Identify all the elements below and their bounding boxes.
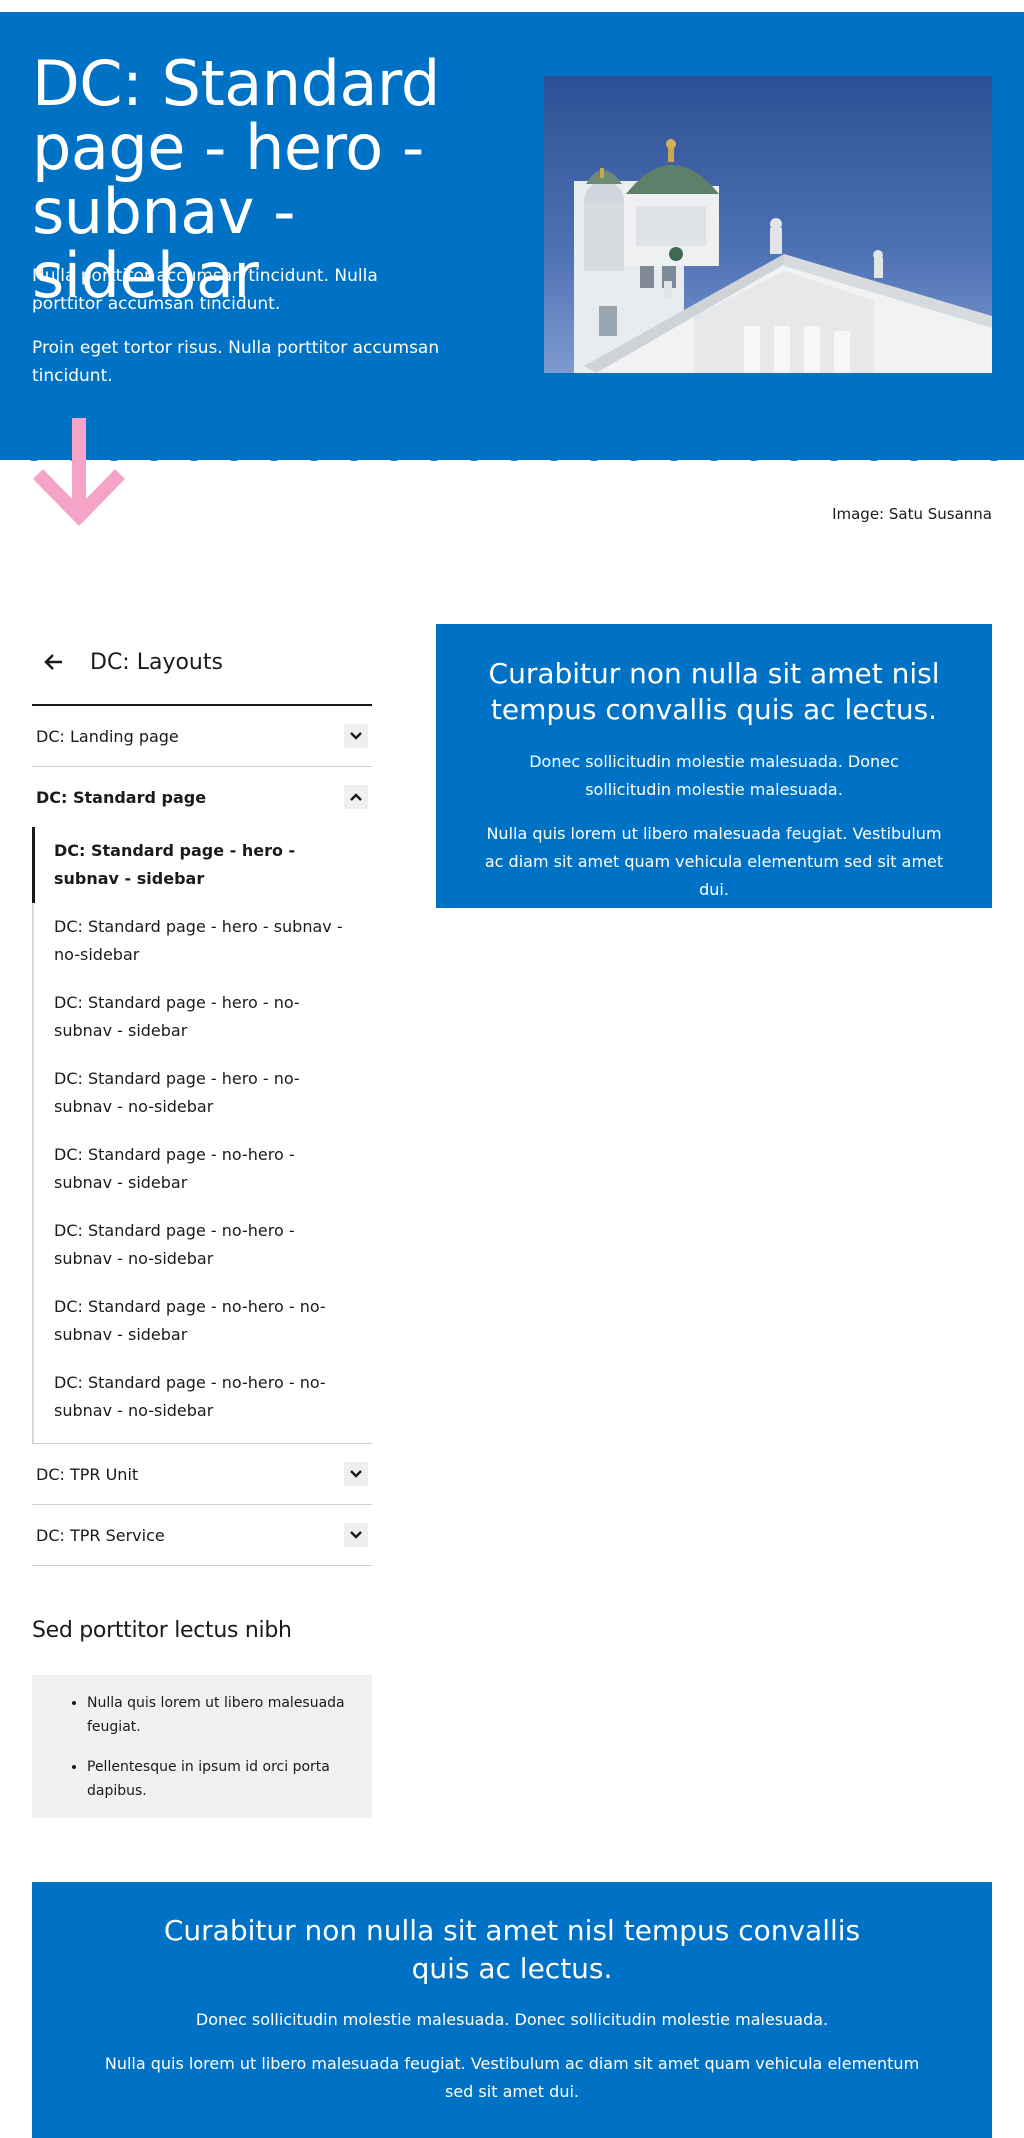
callout-paragraph: Donec sollicitudin molestie malesuada. D… — [529, 752, 899, 799]
expand-toggle[interactable] — [344, 1462, 368, 1486]
expand-toggle[interactable] — [344, 1523, 368, 1547]
nav-item-label: DC: Landing page — [36, 726, 179, 746]
nav-item-label: DC: Standard page — [36, 787, 207, 807]
hero-section: DC: Standard page - hero - subnav - side… — [0, 12, 1024, 460]
hero-lead-paragraph: Nulla porttitor accumsan tincidunt. Null… — [32, 266, 378, 314]
callout-paragraph: Nulla quis lorem ut libero malesuada feu… — [104, 2054, 920, 2101]
nav-item-tpr-service[interactable]: DC: TPR Service — [32, 1505, 372, 1566]
nav-item-label: DC: TPR Unit — [36, 1464, 139, 1484]
chevron-down-icon — [350, 732, 362, 740]
back-link-label: DC: Layouts — [90, 649, 223, 675]
subnav-item[interactable]: DC: Standard page - hero - no-subnav - s… — [34, 979, 372, 1055]
chevron-up-icon — [350, 793, 362, 801]
sidebar-content-box: Nulla quis lorem ut libero malesuada feu… — [32, 1675, 372, 1818]
list-item: Pellentesque in ipsum id orci porta dapi… — [87, 1755, 352, 1803]
subnav-item[interactable]: DC: Standard page - no-hero - subnav - n… — [34, 1207, 372, 1283]
image-credit: Image: Satu Susanna — [832, 505, 992, 523]
subnav-item-active[interactable]: DC: Standard page - hero - subnav - side… — [32, 827, 372, 903]
subnav-item[interactable]: DC: Standard page - no-hero - subnav - s… — [34, 1131, 372, 1207]
expand-toggle[interactable] — [344, 724, 368, 748]
collapse-toggle[interactable] — [344, 785, 368, 809]
arrow-left-icon — [44, 654, 62, 670]
subnav-item[interactable]: DC: Standard page - no-hero - no-subnav … — [34, 1359, 372, 1435]
subnav-list: DC: Standard page - hero - subnav - side… — [32, 827, 372, 1444]
callout-title: Curabitur non nulla sit amet nisl tempus… — [488, 657, 940, 726]
nav-item-tpr-unit[interactable]: DC: TPR Unit — [32, 1444, 372, 1505]
nav-item-landing-page[interactable]: DC: Landing page — [32, 706, 372, 767]
top-strip — [0, 0, 1024, 12]
back-link[interactable]: DC: Layouts — [32, 620, 372, 706]
arrow-down-icon — [32, 418, 126, 527]
chevron-down-icon — [350, 1531, 362, 1539]
hero-paragraph: Proin eget tortor risus. Nulla porttitor… — [32, 338, 440, 386]
callout-paragraph: Nulla quis lorem ut libero malesuada feu… — [484, 824, 944, 899]
sidebar-navigation: DC: Layouts DC: Landing page DC: Standar… — [32, 620, 372, 1566]
cathedral-illustration — [544, 76, 992, 373]
wave-divider — [0, 446, 1024, 461]
hero-image-cathedral — [544, 76, 992, 373]
callout-paragraph: Donec sollicitudin molestie malesuada. D… — [195, 2010, 829, 2029]
bottom-callout: Curabitur non nulla sit amet nisl tempus… — [32, 1882, 992, 2138]
subnav-item[interactable]: DC: Standard page - no-hero - no-subnav … — [34, 1283, 372, 1359]
subnav-item[interactable]: DC: Standard page - hero - subnav - no-s… — [34, 903, 372, 979]
sidebar-heading: Sed porttitor lectus nibh — [32, 1618, 292, 1643]
callout-title: Curabitur non nulla sit amet nisl tempus… — [163, 1914, 861, 1985]
nav-item-label: DC: TPR Service — [36, 1525, 165, 1545]
subnav-item[interactable]: DC: Standard page - hero - no-subnav - n… — [34, 1055, 372, 1131]
chevron-down-icon — [350, 1470, 362, 1478]
main-callout: Curabitur non nulla sit amet nisl tempus… — [436, 624, 992, 908]
sidebar-bullet-list: Nulla quis lorem ut libero malesuada feu… — [32, 1675, 372, 1803]
nav-item-standard-page[interactable]: DC: Standard page — [32, 767, 372, 827]
list-item: Nulla quis lorem ut libero malesuada feu… — [87, 1691, 352, 1739]
